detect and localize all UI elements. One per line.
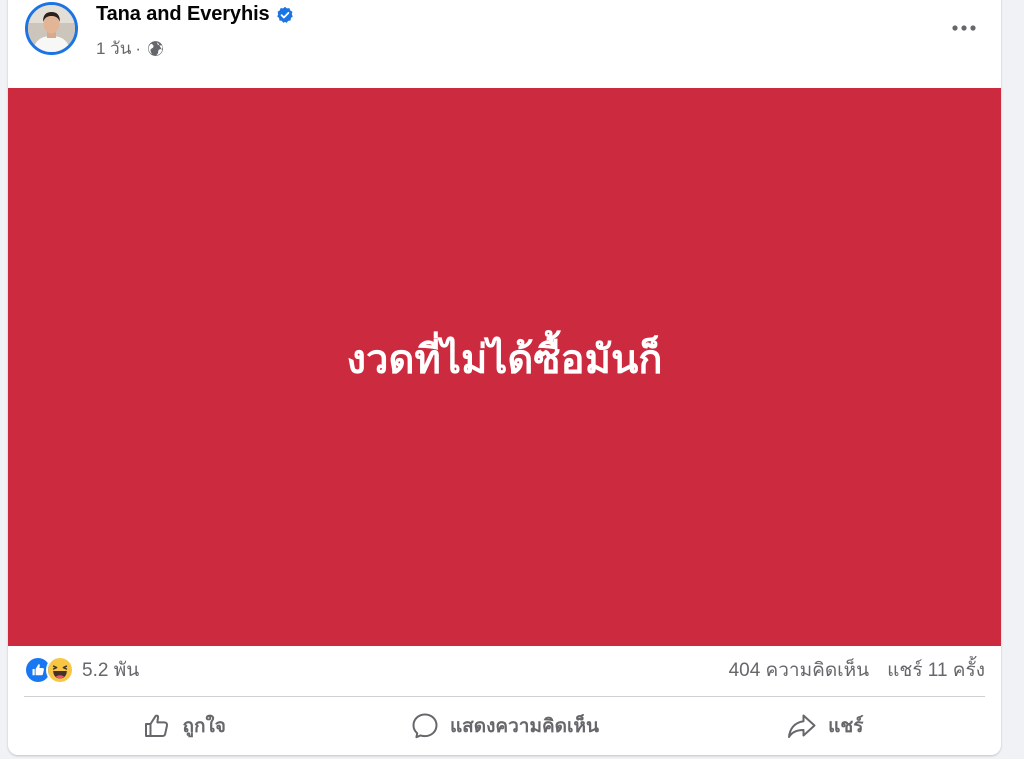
- comment-count[interactable]: 404 ความคิดเห็น: [729, 655, 870, 685]
- post-header: Tana and Everyhis 1 วัน ·: [8, 0, 1001, 77]
- verified-badge-icon: [276, 6, 293, 23]
- like-label: ถูกใจ: [182, 716, 226, 737]
- post-image[interactable]: งวดที่ไม่ได้ซื้อมันก็: [8, 88, 1001, 646]
- comment-button[interactable]: แสดงความคิดเห็น: [344, 704, 664, 748]
- author-name[interactable]: Tana and Everyhis: [96, 3, 270, 26]
- haha-reaction-icon: [46, 656, 74, 684]
- reaction-count[interactable]: 5.2 พัน: [82, 655, 139, 685]
- share-icon: [788, 714, 816, 738]
- post-card: Tana and Everyhis 1 วัน · งวดที่ไม่ได้ซื…: [8, 0, 1001, 755]
- more-options-button[interactable]: [947, 14, 981, 42]
- share-count[interactable]: แชร์ 11 ครั้ง: [887, 655, 985, 685]
- post-stats: 5.2 พัน 404 ความคิดเห็น แชร์ 11 ครั้ง: [24, 652, 985, 688]
- avatar[interactable]: [25, 2, 78, 55]
- like-button[interactable]: ถูกใจ: [24, 704, 344, 748]
- actions-divider: [24, 696, 985, 697]
- engagement-counts: 404 ความคิดเห็น แชร์ 11 ครั้ง: [729, 655, 985, 685]
- post-time[interactable]: 1 วัน: [96, 35, 131, 62]
- meta-separator: ·: [135, 38, 142, 58]
- share-button[interactable]: แชร์: [665, 704, 985, 748]
- reactions-summary[interactable]: 5.2 พัน: [24, 655, 139, 685]
- comment-icon: [412, 713, 438, 739]
- post-meta: 1 วัน ·: [96, 35, 164, 62]
- post-actions: ถูกใจ แสดงความคิดเห็น แชร์: [24, 704, 985, 748]
- author-row: Tana and Everyhis: [96, 3, 294, 26]
- globe-icon[interactable]: [147, 40, 164, 57]
- more-options-icon: [952, 25, 976, 31]
- comment-label: แสดงความคิดเห็น: [449, 716, 600, 737]
- post-image-text: งวดที่ไม่ได้ซื้อมันก็: [346, 338, 663, 382]
- like-icon: [145, 714, 169, 737]
- share-label: แชร์: [828, 716, 864, 737]
